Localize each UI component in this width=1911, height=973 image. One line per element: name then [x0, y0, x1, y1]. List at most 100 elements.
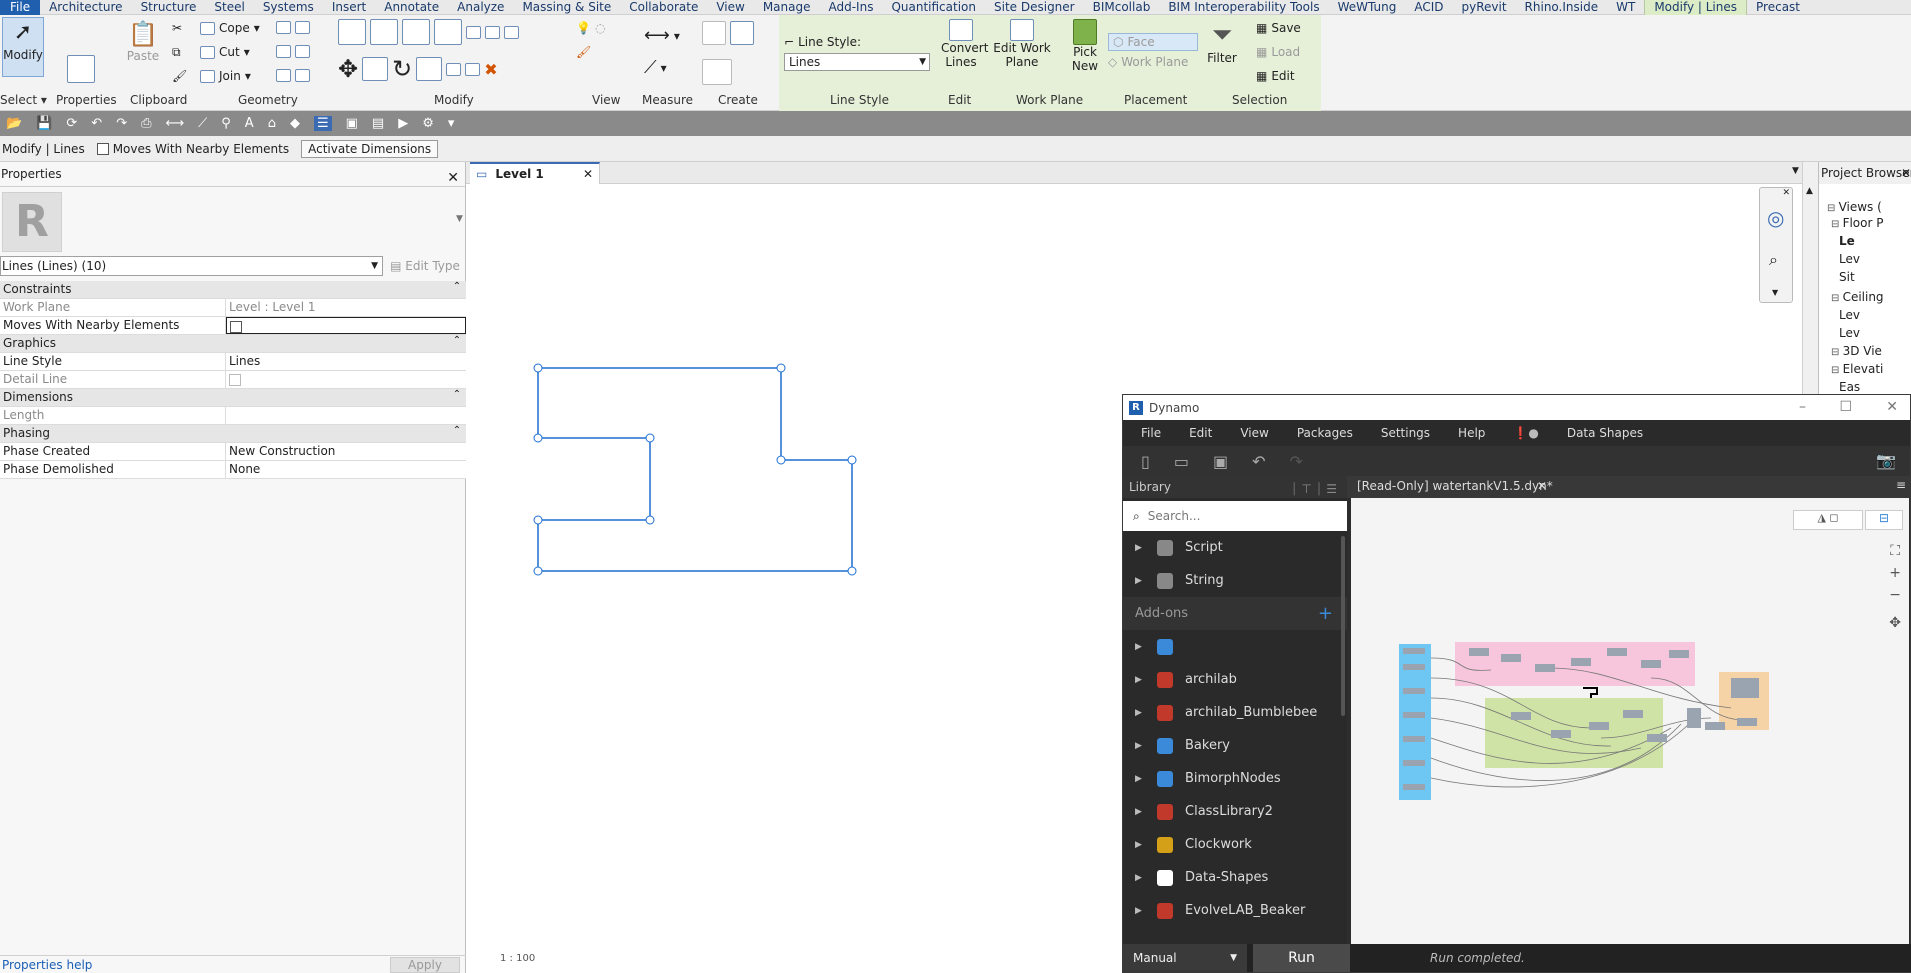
create-parts[interactable] — [702, 59, 732, 85]
menu-tab-site-designer[interactable]: Site Designer — [985, 0, 1084, 15]
property-checkbox[interactable] — [230, 320, 242, 333]
settings-qat-icon[interactable]: ⚙ — [422, 116, 434, 131]
group-header-graphics[interactable]: Graphics ⌃ — [0, 335, 466, 353]
expand-arrow-icon[interactable]: ▶ — [1135, 807, 1145, 817]
tree-item[interactable]: Sit — [1839, 270, 1855, 284]
load-selection-button[interactable]: ▦ Load — [1256, 45, 1300, 59]
save-icon[interactable]: 💾 — [36, 116, 52, 131]
library-item[interactable]: ▶ — [1123, 630, 1347, 663]
geometry-tool-2[interactable] — [276, 45, 310, 58]
menu-tab-wt[interactable]: WT — [1607, 0, 1644, 15]
section-icon[interactable]: ◆ — [290, 116, 300, 131]
menu-tab-insert[interactable]: Insert — [323, 0, 375, 15]
menu-tab-precast[interactable]: Precast — [1747, 0, 1809, 15]
library-item[interactable]: ▶ Clockwork — [1123, 828, 1347, 861]
sync-icon[interactable]: ⟳ — [66, 116, 77, 131]
tree-item[interactable]: Eas — [1839, 380, 1860, 394]
property-checkbox[interactable] — [229, 373, 241, 386]
save-selection-button[interactable]: ▦ Save — [1256, 21, 1301, 35]
chevron-down-icon[interactable]: ▼ — [456, 214, 463, 224]
library-search-input[interactable]: ⌕ Search... — [1123, 501, 1347, 531]
cut-button[interactable]: Cut ▾ — [200, 45, 250, 59]
library-item[interactable]: ▶ Bakery — [1123, 729, 1347, 762]
steering-wheel-icon[interactable]: ◎ — [1767, 206, 1784, 230]
geometry-tool-1[interactable] — [276, 21, 310, 34]
tree-item[interactable]: ⊟ Floor P — [1831, 216, 1883, 230]
menu-tab-acid[interactable]: ACID — [1405, 0, 1452, 15]
tag-icon[interactable]: ⚲ — [221, 116, 231, 131]
face-button[interactable]: ⬡ Face — [1108, 33, 1198, 51]
expand-icon[interactable]: ⊟ — [1831, 347, 1843, 358]
collapse-icon[interactable]: ⌃ — [448, 425, 466, 442]
notifications-icon[interactable]: ❗● — [1513, 426, 1538, 440]
tree-item[interactable]: Le — [1839, 234, 1855, 248]
menu-tab-collaborate[interactable]: Collaborate — [620, 0, 707, 15]
save-icon[interactable]: ▣ — [1213, 452, 1228, 471]
property-value[interactable]: Level : Level 1 — [226, 299, 466, 316]
menu-tab-manage[interactable]: Manage — [754, 0, 820, 15]
cut-tool-icon[interactable]: ✂ — [172, 21, 182, 35]
undo-icon[interactable]: ↶ — [91, 116, 102, 131]
menu-tab-add-ins[interactable]: Add-Ins — [819, 0, 882, 15]
library-item[interactable]: ▶ ClassLibrary2 — [1123, 795, 1347, 828]
dynamo-menu-help[interactable]: Help — [1458, 426, 1485, 440]
redo-icon[interactable]: ↷ — [1289, 452, 1302, 471]
dynamo-menu-packages[interactable]: Packages — [1297, 426, 1353, 440]
group-header-phasing[interactable]: Phasing ⌃ — [0, 425, 466, 443]
property-value[interactable]: New Construction — [226, 443, 466, 460]
activate-dimensions-button[interactable]: Activate Dimensions — [301, 139, 439, 158]
menu-tab-quantification[interactable]: Quantification — [882, 0, 985, 15]
menu-tab-file[interactable]: File — [0, 0, 41, 15]
property-value[interactable] — [226, 317, 466, 334]
dynamo-menu-settings[interactable]: Settings — [1381, 426, 1430, 440]
menu-tab-systems[interactable]: Systems — [254, 0, 323, 15]
menu-tab-pyrevit[interactable]: pyRevit — [1453, 0, 1516, 15]
switch-windows-icon[interactable]: ▣ — [346, 116, 358, 131]
tree-item[interactable]: ⊟ Ceiling — [1831, 290, 1884, 304]
new-file-icon[interactable]: ▯ — [1141, 452, 1150, 471]
menu-tab-analyze[interactable]: Analyze — [448, 0, 513, 15]
paste-button[interactable]: 📋 Paste — [126, 19, 160, 63]
close-icon[interactable]: ✕ — [583, 167, 593, 181]
dynamo-menu-file[interactable]: File — [1141, 426, 1161, 440]
edit-type-button[interactable]: ▤ Edit Type — [386, 256, 464, 276]
zoom-icon[interactable]: ⌕ — [1769, 250, 1778, 270]
menu-tab-bimcollab[interactable]: BIMcollab — [1084, 0, 1160, 15]
menu-tab-modify-lines[interactable]: Modify | Lines — [1644, 0, 1748, 15]
measure-tool[interactable]: ⟷ ▾ — [644, 25, 680, 46]
measure-qat-icon[interactable]: ⟷ — [166, 116, 185, 131]
library-item[interactable]: ▶ Data-Shapes — [1123, 861, 1347, 894]
dimension-tool[interactable]: ⟋ ▾ — [644, 57, 667, 78]
join-button[interactable]: Join ▾ — [200, 69, 251, 83]
edit-selection-button[interactable]: ▦ Edit — [1256, 69, 1295, 83]
menu-tab-bim-interoperability-tools[interactable]: BIM Interoperability Tools — [1159, 0, 1328, 15]
dynamo-menu-edit[interactable]: Edit — [1189, 426, 1212, 440]
collapse-icon[interactable]: ⌃ — [448, 389, 466, 406]
chevron-down-icon[interactable]: ▼ — [1772, 288, 1778, 297]
expand-arrow-icon[interactable]: ▶ — [1135, 906, 1145, 916]
tree-item[interactable]: Lev — [1839, 326, 1860, 340]
thin-lines-icon[interactable]: ☰ — [313, 116, 332, 131]
properties-help-link[interactable]: Properties help — [2, 958, 92, 972]
tab-level-1[interactable]: ▭ Level 1 ✕ — [470, 162, 600, 184]
moves-with-nearby-toggle[interactable]: Moves With Nearby Elements — [96, 142, 289, 156]
open-folder-icon[interactable]: ▭ — [1174, 452, 1189, 471]
run-button[interactable]: Run — [1253, 944, 1350, 972]
copy-icon[interactable]: ⧉ — [172, 45, 181, 60]
library-item[interactable]: ▶ archilab — [1123, 663, 1347, 696]
close-icon[interactable]: ✕ — [447, 166, 459, 191]
add-package-icon[interactable]: + — [1318, 603, 1333, 624]
expand-icon[interactable]: ⊟ — [1831, 293, 1843, 304]
edit-work-plane-button[interactable]: Edit Work Plane — [990, 19, 1054, 69]
menu-tab-view[interactable]: View — [707, 0, 753, 15]
run-icon[interactable]: ▶ — [398, 116, 408, 131]
match-properties-icon[interactable]: 🖌 — [172, 69, 187, 83]
menu-icon[interactable]: ≡ — [1896, 478, 1906, 492]
property-value[interactable] — [226, 407, 466, 424]
select-panel-title[interactable]: Select ▾ — [0, 93, 47, 107]
type-selector[interactable]: Lines (Lines) (10) ▼ — [0, 256, 383, 276]
3d-view-icon[interactable]: ⌂ — [268, 116, 276, 131]
override-graphics[interactable]: 🖌 — [576, 45, 591, 59]
modify-tools-row-2[interactable]: ✥ ↻ ✖ — [338, 55, 498, 83]
selected-line-loop[interactable] — [533, 363, 857, 576]
